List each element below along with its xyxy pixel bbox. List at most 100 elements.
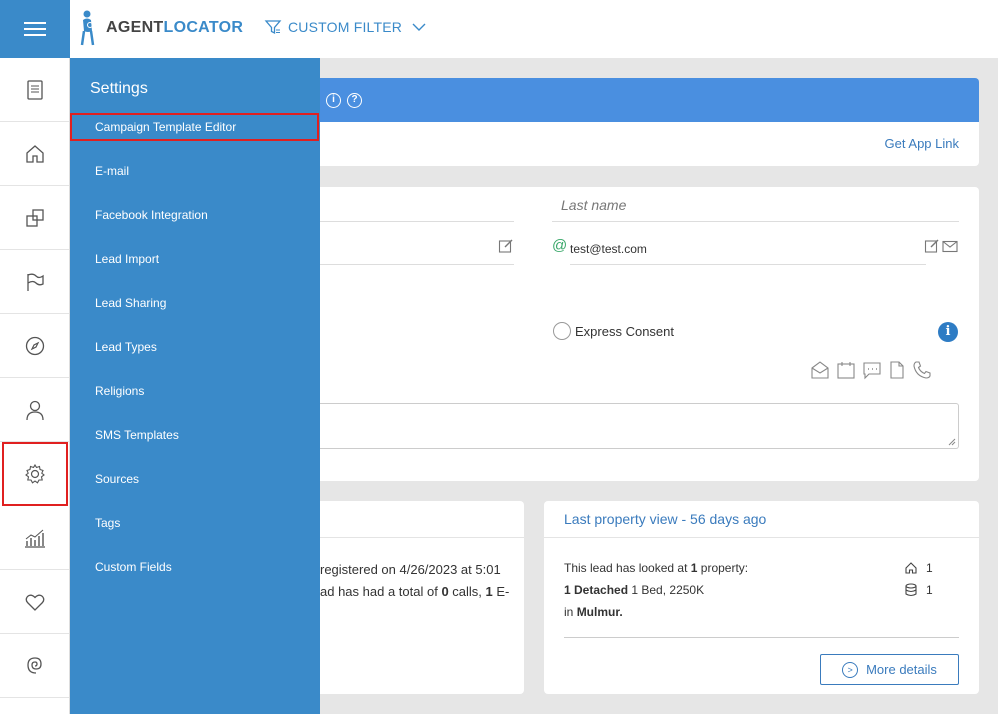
- custom-filter-dropdown[interactable]: CUSTOM FILTER: [264, 18, 426, 36]
- sidebar-item-layers[interactable]: [0, 186, 69, 250]
- menu-item-campaign-template-editor[interactable]: Campaign Template Editor: [70, 113, 319, 141]
- property-location-line: in Mulmur.: [564, 601, 748, 623]
- home-icon: [25, 144, 44, 163]
- spiral-icon: [26, 656, 42, 674]
- info-icon[interactable]: i: [326, 93, 341, 108]
- heart-icon: [25, 594, 44, 611]
- more-details-label: More details: [866, 662, 937, 677]
- property-view-text: This lead has looked at 1 property: 1 De…: [564, 557, 748, 623]
- sidebar-item-documents[interactable]: [0, 58, 69, 122]
- get-app-link[interactable]: Get App Link: [885, 136, 959, 151]
- chevron-down-icon: [412, 23, 426, 31]
- property-details: 1 Bed, 2250K: [628, 583, 705, 597]
- calls-line-mid: calls,: [448, 584, 486, 599]
- email-underline: [570, 264, 926, 265]
- express-consent-option[interactable]: Express Consent: [553, 322, 674, 340]
- database-count: 1: [926, 583, 933, 597]
- lead-form-card: Last name @ test@test.com Express Consen…: [320, 187, 979, 481]
- phone-underline: [320, 264, 514, 265]
- layers-icon: [25, 208, 44, 227]
- user-icon: [25, 400, 44, 420]
- menu-item-religions[interactable]: Religions: [70, 377, 320, 421]
- logo-text-agent: AGENT: [106, 19, 164, 36]
- calls-line-prefix: ad has had a total of: [320, 584, 442, 599]
- sidebar-item-contacts[interactable]: [0, 378, 69, 442]
- notes-textarea[interactable]: [320, 403, 959, 449]
- document-icon: [26, 79, 43, 100]
- logo-text: AGENTLOCATOR: [106, 19, 243, 37]
- left-sidebar: [0, 58, 70, 714]
- lead-header-icons: i ?: [326, 93, 362, 108]
- property-location-prefix: in: [564, 605, 577, 619]
- edit-phone-icon[interactable]: [498, 238, 514, 254]
- property-count-prefix: This lead has looked at: [564, 561, 691, 575]
- email-value[interactable]: test@test.com: [570, 242, 647, 256]
- express-consent-radio[interactable]: [553, 322, 571, 340]
- logo-text-locator: LOCATOR: [163, 19, 244, 36]
- sidebar-item-home[interactable]: [0, 122, 69, 186]
- gear-icon: [25, 463, 45, 484]
- menu-item-lead-types[interactable]: Lead Types: [70, 333, 320, 377]
- menu-item-lead-sharing[interactable]: Lead Sharing: [70, 289, 320, 333]
- property-card-header-line: [544, 537, 979, 538]
- more-details-button[interactable]: > More details: [820, 654, 959, 685]
- app-logo[interactable]: AGENTLOCATOR: [78, 8, 243, 48]
- menu-item-custom-fields[interactable]: Custom Fields: [70, 553, 320, 597]
- consent-info-icon[interactable]: i: [938, 322, 958, 342]
- send-email-icon[interactable]: [942, 240, 958, 253]
- last-property-view-title: Last property view - 56 days ago: [564, 511, 767, 527]
- chart-icon: [24, 529, 45, 548]
- compass-icon: [25, 336, 44, 355]
- calls-count: 0: [441, 584, 449, 599]
- sidebar-item-reports[interactable]: [0, 506, 69, 570]
- sidebar-item-compass[interactable]: [0, 314, 69, 378]
- database-icon: [905, 583, 917, 597]
- express-consent-label: Express Consent: [575, 323, 674, 339]
- property-card-separator: [564, 637, 959, 638]
- email-count: 1: [485, 584, 493, 599]
- last-property-view-card: Last property view - 56 days ago This le…: [544, 501, 979, 694]
- property-count-line: This lead has looked at 1 property:: [564, 557, 748, 579]
- sms-icon[interactable]: [862, 360, 882, 380]
- custom-filter-label: CUSTOM FILTER: [288, 19, 403, 35]
- phone-icon[interactable]: [912, 360, 932, 380]
- lead-action-icons: [810, 360, 932, 380]
- property-count-suffix: property:: [697, 561, 749, 575]
- database-count-row: 1: [904, 579, 933, 601]
- sidebar-item-activity[interactable]: [0, 634, 69, 698]
- email-at-icon: @: [552, 237, 568, 254]
- home-icon: [905, 562, 917, 574]
- lead-summary-text: registered on 4/26/2023 at 5:01 ad has h…: [320, 559, 509, 603]
- lead-summary-card: registered on 4/26/2023 at 5:01 ad has h…: [320, 501, 524, 694]
- note-icon[interactable]: [888, 360, 906, 380]
- app-link-row: Get App Link: [320, 122, 979, 166]
- edit-email-icon[interactable]: [924, 238, 940, 254]
- property-location: Mulmur.: [576, 605, 623, 619]
- calendar-icon[interactable]: [836, 360, 856, 380]
- property-counts: 1 1: [904, 557, 933, 601]
- calls-line-suffix: E-: [492, 584, 510, 599]
- open-envelope-icon[interactable]: [810, 360, 830, 380]
- home-count: 1: [926, 561, 933, 575]
- property-type-line: 1 Detached 1 Bed, 2250K: [564, 579, 748, 601]
- sidebar-item-favorites[interactable]: [0, 570, 69, 634]
- menu-item-email[interactable]: E-mail: [70, 157, 320, 201]
- menu-item-tags[interactable]: Tags: [70, 509, 320, 553]
- hamburger-menu-button[interactable]: [0, 0, 70, 58]
- sidebar-item-settings[interactable]: [2, 442, 68, 506]
- filter-icon: [264, 20, 282, 35]
- home-count-row: 1: [904, 557, 933, 579]
- chevron-right-circle-icon: >: [842, 661, 859, 678]
- sidebar-item-flag[interactable]: [0, 250, 69, 314]
- menu-item-lead-import[interactable]: Lead Import: [70, 245, 320, 289]
- help-icon[interactable]: ?: [347, 93, 362, 108]
- menu-item-sources[interactable]: Sources: [70, 465, 320, 509]
- hamburger-icon: [24, 20, 46, 38]
- calls-line: ad has had a total of 0 calls, 1 E-: [320, 581, 509, 603]
- last-name-field[interactable]: Last name: [561, 197, 626, 213]
- resize-handle-icon[interactable]: [948, 438, 956, 446]
- menu-item-sms-templates[interactable]: SMS Templates: [70, 421, 320, 465]
- registered-line: registered on 4/26/2023 at 5:01: [320, 562, 501, 577]
- top-bar: AGENTLOCATOR CUSTOM FILTER: [0, 0, 998, 58]
- menu-item-facebook-integration[interactable]: Facebook Integration: [70, 201, 320, 245]
